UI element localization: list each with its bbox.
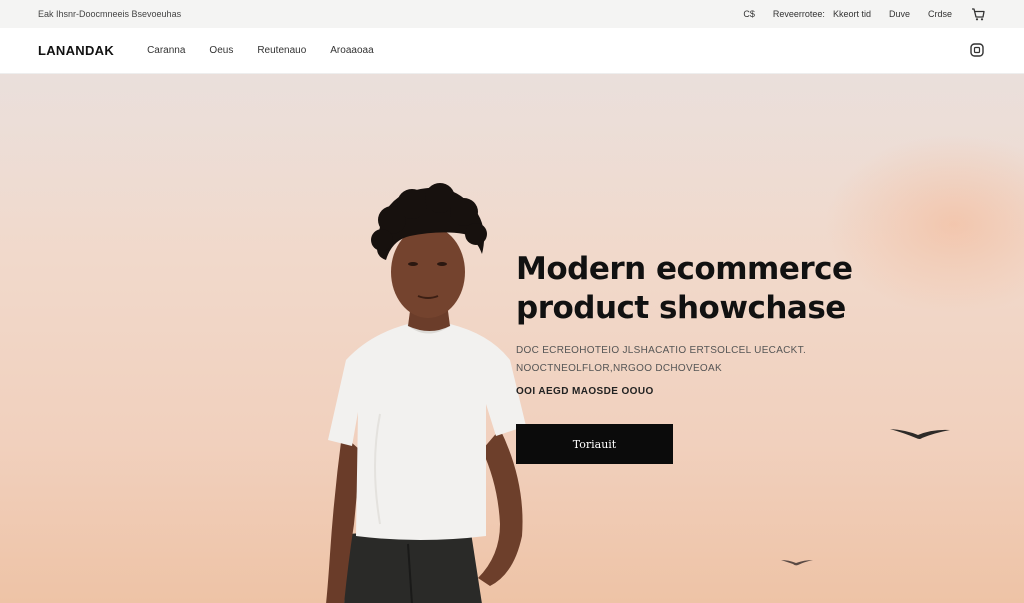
promo-text: Eak Ihsnr-Doocmneeis Bsevoeuhas	[38, 9, 182, 19]
hero-title-line-2: product showchase	[516, 290, 846, 326]
hero-cta-button[interactable]: Toriauit	[516, 424, 673, 464]
bird-icon-small	[781, 560, 813, 566]
hero-subtitle-line-1: DOC ECREOHOTEIO JLSHACATIO ERTSOLCEL UEC…	[516, 345, 807, 356]
site-logo[interactable]: LANANDAK	[38, 43, 114, 58]
nav-link-1[interactable]: Caranna	[147, 45, 185, 56]
topbar-link-1[interactable]: Reveerrotee:	[773, 9, 825, 19]
nav-link-3[interactable]: Reutenauo	[257, 45, 306, 56]
topbar-link-4[interactable]: Crdse	[928, 9, 952, 19]
nav-link-4[interactable]: Aroaaoaa	[330, 45, 373, 56]
hero-subtitle-line-2: NOOCTNEOLFLOR,NRGOO DCHOVEOAK	[516, 363, 722, 374]
nav-links: Caranna Oeus Reutenauo Aroaaoaa	[147, 45, 374, 56]
topbar-link-2[interactable]: Kkeort tid	[833, 9, 871, 19]
announcement-bar: Eak Ihsnr-Doocmneeis Bsevoeuhas C$ Revee…	[0, 0, 1024, 28]
hero-subtitle: DOC ECREOHOTEIO JLSHACATIO ERTSOLCEL UEC…	[516, 342, 936, 378]
hero-banner: Modern ecommerce product showchase DOC E…	[0, 74, 1024, 603]
hero-title-line-1: Modern ecommerce	[516, 251, 853, 287]
account-icon[interactable]	[970, 43, 984, 57]
nav-link-2[interactable]: Oeus	[209, 45, 233, 56]
hero-tagline: OOI AEGD MAOSDE OOUO	[516, 386, 654, 397]
topbar-utilities: C$ Reveerrotee: Kkeort tid Duve Crdse	[743, 7, 986, 21]
hero-title: Modern ecommerce product showchase	[516, 250, 936, 328]
topbar-link-3[interactable]: Duve	[889, 9, 910, 19]
cart-icon[interactable]	[970, 7, 986, 21]
hero-content: Modern ecommerce product showchase DOC E…	[516, 250, 936, 464]
bird-icon	[890, 429, 950, 439]
main-navigation: LANANDAK Caranna Oeus Reutenauo Aroaaoaa	[0, 28, 1024, 74]
currency-selector[interactable]: C$	[743, 9, 755, 19]
